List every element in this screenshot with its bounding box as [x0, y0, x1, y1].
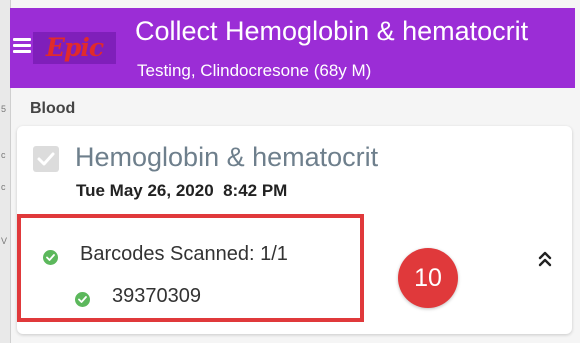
- page-title: Collect Hemoglobin & hematocrit: [135, 16, 529, 46]
- check-circle-icon: [75, 292, 90, 307]
- order-card: Hemoglobin & hematocrit Tue May 26, 2020…: [17, 126, 572, 334]
- barcode-value: 39370309: [112, 285, 201, 307]
- check-circle-icon: [43, 250, 58, 265]
- page-header: Epic Collect Hemoglobin & hematocrit Tes…: [10, 8, 575, 88]
- patient-info: Testing, Clindocresone (68y M): [137, 61, 372, 80]
- order-title: Hemoglobin & hematocrit: [75, 142, 379, 172]
- double-chevron-up-icon[interactable]: [537, 250, 553, 268]
- barcodes-scanned-summary: Barcodes Scanned: 1/1: [80, 243, 288, 265]
- hamburger-menu-icon[interactable]: [13, 38, 35, 56]
- epic-logo: Epic: [33, 32, 116, 64]
- checkbox-checked-icon[interactable]: [33, 146, 59, 172]
- order-datetime: Tue May 26, 2020 8:42 PM: [76, 181, 288, 200]
- app-window: 5 c c V Epic Collect Hemoglobin & hemato…: [0, 0, 580, 343]
- section-label: Blood: [30, 100, 76, 117]
- step-number-badge: 10: [398, 248, 458, 308]
